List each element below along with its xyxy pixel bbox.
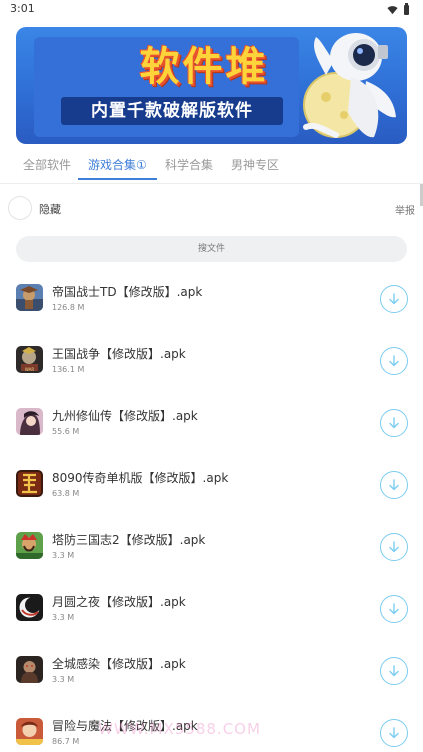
list-item[interactable]: WAR 王国战争【修改版】.apk 136.1 M — [0, 330, 423, 392]
active-tab-indicator — [78, 178, 157, 180]
game-icon-tower-three-kingdoms — [16, 532, 43, 559]
download-icon — [389, 541, 399, 553]
file-size: 86.7 M — [52, 737, 80, 746]
banner-title: 软件堆 — [139, 44, 269, 90]
list-item[interactable]: 九州修仙传【修改版】.apk 55.6 M — [0, 392, 423, 454]
file-size: 3.3 M — [52, 613, 75, 622]
download-button[interactable] — [380, 471, 408, 499]
search-input[interactable]: 搜文件 — [16, 236, 407, 262]
file-size: 55.6 M — [52, 427, 80, 436]
hide-row: 隐藏 举报 — [8, 194, 415, 222]
download-icon — [389, 293, 399, 305]
file-name: 全城感染【修改版】.apk — [52, 657, 186, 671]
game-icon-jiuzhou — [16, 408, 43, 435]
report-link[interactable]: 举报 — [395, 202, 415, 217]
file-size: 3.3 M — [52, 675, 75, 684]
game-icon-kingdom-war: WAR — [16, 346, 43, 373]
promo-banner[interactable]: 软件堆 内置千款破解版软件 — [16, 27, 407, 144]
download-button[interactable] — [380, 657, 408, 685]
file-name: 月圆之夜【修改版】.apk — [52, 595, 186, 609]
download-button[interactable] — [380, 347, 408, 375]
file-name: 8090传奇单机版【修改版】.apk — [52, 471, 229, 485]
file-size: 136.1 M — [52, 365, 85, 374]
file-size: 126.8 M — [52, 303, 85, 312]
download-button[interactable] — [380, 285, 408, 313]
tab-science-collection[interactable]: 科学合集 — [165, 156, 213, 173]
hide-label: 隐藏 — [39, 203, 61, 216]
download-icon — [389, 479, 399, 491]
astronaut-illustration — [303, 33, 396, 138]
file-name: 九州修仙传【修改版】.apk — [52, 409, 198, 423]
list-item[interactable]: 8090传奇单机版【修改版】.apk 63.8 M — [0, 454, 423, 516]
download-icon — [389, 727, 399, 739]
download-icon — [389, 665, 399, 677]
tabs-divider — [0, 183, 423, 184]
category-tabs: 全部软件 游戏合集① 科学合集 男神专区 — [16, 148, 407, 182]
tab-game-collection[interactable]: 游戏合集① — [88, 156, 147, 173]
banner-subtitle: 内置千款破解版软件 — [61, 97, 283, 125]
download-icon — [389, 417, 399, 429]
file-name: 帝国战士TD【修改版】.apk — [52, 285, 203, 299]
file-size: 63.8 M — [52, 489, 80, 498]
download-icon — [389, 355, 399, 367]
status-time: 3:01 — [10, 2, 35, 15]
game-icon-full-moon — [16, 594, 43, 621]
list-item[interactable]: 全城感染【修改版】.apk 3.3 M — [0, 640, 423, 702]
game-icon-adventure-magic — [16, 718, 43, 745]
hide-radio[interactable] — [8, 196, 32, 220]
game-icon-empire-td — [16, 284, 43, 311]
svg-text:WAR: WAR — [25, 367, 34, 372]
download-button[interactable] — [380, 533, 408, 561]
file-name: 王国战争【修改版】.apk — [52, 347, 186, 361]
list-item[interactable]: 帝国战士TD【修改版】.apk 126.8 M — [0, 268, 423, 330]
tab-all-software[interactable]: 全部软件 — [23, 156, 71, 173]
list-item[interactable]: 塔防三国志2【修改版】.apk 3.3 M — [0, 516, 423, 578]
download-icon — [389, 603, 399, 615]
download-button[interactable] — [380, 595, 408, 623]
wifi-icon — [387, 6, 398, 15]
game-icon-city-infection — [16, 656, 43, 683]
status-icons — [387, 2, 409, 15]
list-item[interactable]: 月圆之夜【修改版】.apk 3.3 M — [0, 578, 423, 640]
download-button[interactable] — [380, 719, 408, 747]
status-bar: 3:01 — [0, 0, 423, 20]
tab-male-god-zone[interactable]: 男神专区 — [231, 156, 279, 173]
download-button[interactable] — [380, 409, 408, 437]
file-name: 塔防三国志2【修改版】.apk — [52, 533, 206, 547]
battery-icon — [404, 2, 409, 15]
watermark: WWW.MX5588.COM — [98, 720, 261, 738]
game-icon-8090 — [16, 470, 43, 497]
file-size: 3.3 M — [52, 551, 75, 560]
